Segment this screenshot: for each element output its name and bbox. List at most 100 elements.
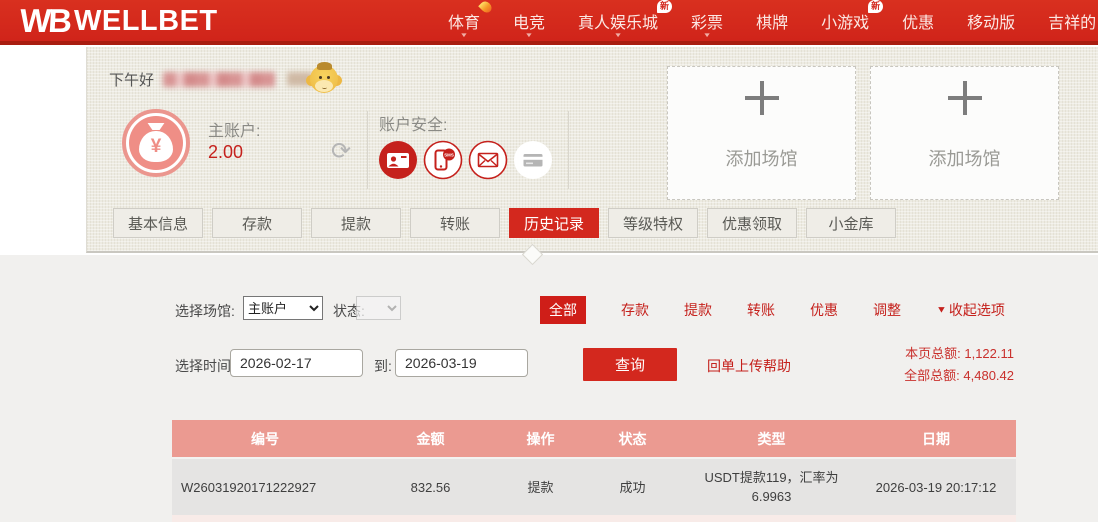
security-icons-row: SMS: [378, 140, 553, 180]
tab-vault[interactable]: 小金库: [806, 208, 896, 238]
chevron-down-icon: ▼: [459, 31, 469, 39]
account-tabs: 基本信息 存款 提款 转账 历史记录 等级特权 优惠领取 小金库: [113, 208, 896, 238]
phone-sms-icon[interactable]: SMS: [423, 140, 463, 180]
col-amount: 金额: [358, 420, 503, 458]
cell-date: 2026-03-19 20:17:12: [856, 457, 1016, 515]
nav-item-label: 移动版: [967, 14, 1016, 32]
tab-basic-info[interactable]: 基本信息: [113, 208, 203, 238]
add-venue-card[interactable]: 添加场馆: [870, 66, 1059, 200]
tab-withdraw[interactable]: 提款: [311, 208, 401, 238]
time-filter-label: 选择时间:: [175, 358, 235, 374]
nav-item-label: 优惠: [902, 14, 935, 32]
add-venue-label: 添加场馆: [928, 149, 1001, 169]
masked-username: [163, 71, 276, 87]
plus-icon: [947, 81, 982, 115]
filter-promo[interactable]: 优惠: [810, 300, 838, 320]
nav-item-sports[interactable]: 体育 ▼: [448, 0, 494, 41]
tab-promo-claim[interactable]: 优惠领取: [707, 208, 797, 238]
col-status: 状态: [578, 420, 687, 458]
page-total: 本页总额: 1,122.11: [905, 346, 1014, 361]
collapse-options-link[interactable]: ▼ 收起选项: [936, 300, 1005, 320]
date-from-input[interactable]: [230, 349, 363, 377]
account-panel: 下午好 ¥ 主账户: 2.00 ⟳ 账户安全: SMS 添加场馆 添加场馆 基本…: [86, 47, 1098, 253]
account-security-label: 账户安全:: [379, 117, 448, 134]
yuan-symbol: ¥: [139, 131, 173, 162]
wellbet-logo[interactable]: WB WELLBET: [19, 2, 218, 40]
main-account-balance: 2.00: [208, 142, 244, 162]
nav-item-mobile-version[interactable]: 移动版: [967, 0, 1015, 41]
next-row-strip: [172, 515, 1016, 522]
greeting-row: 下午好: [109, 60, 343, 98]
logo-text: WELLBET: [73, 4, 218, 37]
type-filter-tabs: 全部 存款 提款 转账 优惠 调整 ▼ 收起选项: [540, 296, 1005, 324]
nav-item-label: 真人娱乐城: [578, 14, 659, 32]
col-date: 日期: [856, 420, 1016, 458]
top-navbar: WB WELLBET 体育 ▼ 电竞 ▼ 新 真人娱乐城 ▼ 彩票 ▼ 棋牌 新…: [0, 0, 1098, 45]
history-table: 编号 金额 操作 状态 类型 日期 W26031920171222927 832…: [172, 420, 1016, 515]
nav-item-label: 彩票: [691, 14, 724, 32]
svg-text:SMS: SMS: [444, 152, 454, 157]
new-badge: 新: [657, 0, 673, 13]
tab-vip-level[interactable]: 等级特权: [608, 208, 698, 238]
nav-menu: 体育 ▼ 电竞 ▼ 新 真人娱乐城 ▼ 彩票 ▼ 棋牌 新 小游戏 优惠 移动版…: [448, 0, 1096, 41]
venue-filter-label: 选择场馆:: [175, 303, 235, 319]
nav-item-label: 棋牌: [756, 14, 789, 32]
status-select[interactable]: [356, 296, 401, 320]
bank-card-icon[interactable]: [513, 140, 553, 180]
filter-transfer[interactable]: 转账: [747, 300, 775, 320]
logo-mark-icon: WB: [19, 2, 70, 39]
hot-flame-icon: [478, 0, 494, 15]
query-button[interactable]: 查询: [583, 348, 677, 381]
date-to-input[interactable]: [395, 349, 528, 377]
nav-item-jixiang[interactable]: 吉祥的: [1048, 0, 1096, 41]
cell-amount: 832.56: [358, 457, 503, 515]
receipt-upload-help-link[interactable]: 回单上传帮助: [707, 356, 791, 376]
tab-deposit[interactable]: 存款: [212, 208, 302, 238]
table-row: W26031920171222927 832.56 提款 成功 USDT提款11…: [172, 457, 1016, 515]
nav-item-label: 小游戏: [821, 14, 870, 32]
mail-icon[interactable]: [468, 140, 508, 180]
id-card-icon[interactable]: [378, 140, 418, 180]
filter-withdraw[interactable]: 提款: [684, 300, 712, 320]
nav-item-label: 体育: [448, 14, 481, 32]
page: WB WELLBET 体育 ▼ 电竞 ▼ 新 真人娱乐城 ▼ 彩票 ▼ 棋牌 新…: [0, 0, 1098, 522]
nav-item-promotions[interactable]: 优惠: [902, 0, 934, 41]
nav-item-lottery[interactable]: 彩票 ▼: [691, 0, 723, 41]
new-badge: 新: [868, 0, 884, 13]
chevron-down-icon: ▼: [613, 31, 623, 39]
cell-status: 成功: [578, 457, 687, 515]
history-section: 选择场馆: 主账户 状态: 全部 存款 提款 转账 优惠 调整 ▼ 收起选项 选…: [0, 255, 1098, 522]
nav-item-esports[interactable]: 电竞 ▼: [513, 0, 545, 41]
cell-type: USDT提款119，汇率为 6.9963: [687, 457, 856, 515]
nav-item-mini-games[interactable]: 新 小游戏: [821, 0, 884, 41]
col-id: 编号: [172, 420, 358, 458]
greeting-text: 下午好: [109, 71, 155, 89]
table-header-row: 编号 金额 操作 状态 类型 日期: [172, 420, 1016, 458]
filter-all[interactable]: 全部: [540, 296, 586, 324]
cell-id: W26031920171222927: [172, 457, 358, 515]
tab-history[interactable]: 历史记录: [509, 208, 599, 238]
col-type: 类型: [687, 420, 856, 458]
divider: [568, 111, 569, 189]
nav-item-label: 吉祥的: [1048, 14, 1097, 32]
nav-item-board-games[interactable]: 棋牌: [756, 0, 788, 41]
nav-item-live-casino[interactable]: 新 真人娱乐城 ▼: [578, 0, 673, 41]
nav-item-label: 电竞: [513, 14, 546, 32]
cell-operation: 提款: [503, 457, 578, 515]
tab-transfer[interactable]: 转账: [410, 208, 500, 238]
totals-block: 本页总额: 1,122.11 全部总额: 4,480.42: [904, 343, 1014, 387]
collapse-options-label: 收起选项: [948, 302, 1005, 318]
to-label: 到:: [374, 358, 392, 374]
filter-deposit[interactable]: 存款: [621, 300, 649, 320]
filter-adjust[interactable]: 调整: [873, 300, 901, 320]
monkey-avatar: [306, 62, 343, 96]
chevron-down-icon: ▼: [524, 31, 534, 39]
add-venue-card[interactable]: 添加场馆: [667, 66, 856, 200]
chevron-down-icon: ▼: [702, 31, 712, 39]
refresh-balance-icon[interactable]: ⟳: [327, 138, 355, 166]
grand-total: 全部总额: 4,480.42: [904, 368, 1014, 383]
col-operation: 操作: [503, 420, 578, 458]
venue-select[interactable]: 主账户: [243, 296, 323, 320]
add-venue-label: 添加场馆: [725, 149, 798, 169]
divider: [367, 111, 368, 189]
